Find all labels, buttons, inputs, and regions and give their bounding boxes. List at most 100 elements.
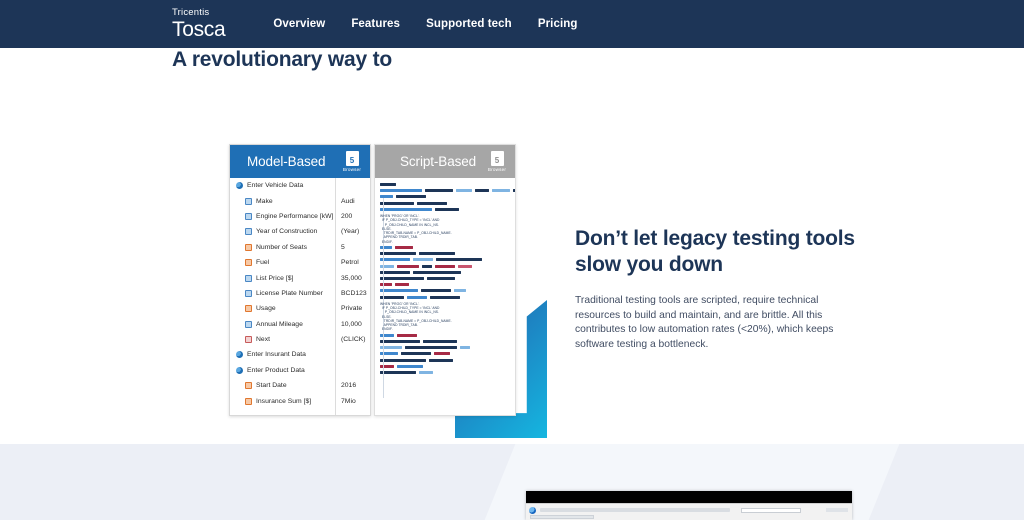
- input-icon: [245, 320, 252, 328]
- model-based-card-title: Model-Based: [247, 154, 326, 169]
- select-icon: [245, 305, 252, 313]
- code-token-bar: [380, 195, 393, 199]
- browser-title-bar: [526, 491, 852, 503]
- hero-heading: Don’t let legacy testing tools slow you …: [575, 227, 855, 276]
- code-line: [380, 283, 511, 287]
- group-icon: [236, 351, 243, 359]
- code-snippet-text: WHEN 'PROG' OR 'INCL'. IF P_OBJ-CHILD_TY…: [380, 213, 452, 244]
- script-code-block: WHEN 'PROG' OR 'INCL'. IF P_OBJ-CHILD_TY…: [375, 178, 515, 415]
- code-line: [380, 258, 511, 262]
- model-based-tree: Enter Vehicle Data Make Audi Engine Perform…: [230, 178, 370, 415]
- tree-row[interactable]: Enter Vehicle Data: [230, 178, 370, 193]
- code-line: [380, 189, 515, 193]
- tree-row-label: Enter Insurant Data: [247, 351, 306, 359]
- nav-link-supported-tech[interactable]: Supported tech: [426, 18, 512, 30]
- model-based-card: Model-Based 5 Browser Enter Vehicle Data…: [229, 144, 371, 416]
- code-line: [380, 364, 511, 368]
- code-token-bar: [397, 333, 417, 337]
- browser-badge-label-script: Browser: [487, 167, 507, 173]
- tree-row[interactable]: Next (CLICK): [230, 332, 370, 347]
- tree-row[interactable]: Engine Performance [kW] 200: [230, 209, 370, 224]
- tree-row-label: Enter Product Data: [247, 366, 305, 374]
- hero-section: Model-Based 5 Browser Enter Vehicle Data…: [0, 48, 1024, 444]
- brand-logo[interactable]: Tricentis Tosca: [172, 8, 226, 40]
- code-token-bar: [419, 370, 433, 374]
- tree-row-value: Private: [341, 305, 363, 313]
- tree-row[interactable]: Annual Mileage 10,000: [230, 317, 370, 332]
- code-token-bar: [405, 346, 457, 350]
- code-line: [380, 352, 511, 356]
- tree-row-label: Insurance Sum [$]: [256, 397, 312, 405]
- tree-row-value: 10,000: [341, 320, 362, 328]
- select-icon: [245, 243, 252, 251]
- tree-row[interactable]: Fuel Petrol: [230, 255, 370, 270]
- tree-row-label: Fuel: [256, 259, 270, 267]
- browser-tab[interactable]: [530, 514, 594, 519]
- code-token-bar: [435, 264, 455, 268]
- browser-search-box[interactable]: [741, 507, 801, 513]
- nav-link-overview[interactable]: Overview: [273, 18, 325, 30]
- tree-row[interactable]: List Price [$] 35,000: [230, 270, 370, 285]
- tree-row[interactable]: Number of Seats 5: [230, 240, 370, 255]
- tree-row-label: Make: [256, 197, 273, 205]
- code-token-bar: [380, 189, 422, 193]
- tree-row[interactable]: Start Date 2016: [230, 378, 370, 393]
- tree-row[interactable]: Enter Insurant Data: [230, 347, 370, 362]
- tree-row-label: Start Date: [256, 382, 287, 390]
- nav-link-features[interactable]: Features: [351, 18, 400, 30]
- tree-row-label: Next: [256, 336, 270, 344]
- html5-shield-glyph: 5: [345, 150, 359, 166]
- tree-row-label: Number of Seats: [256, 243, 307, 251]
- code-token-bar: [427, 276, 455, 281]
- tree-row-label: Enter Vehicle Data: [247, 182, 304, 190]
- input-icon: [245, 274, 252, 282]
- hero-paragraph: Traditional testing tools are scripted, …: [575, 295, 834, 350]
- tree-row-label: Annual Mileage: [256, 320, 303, 328]
- code-token-bar: [423, 339, 457, 344]
- browser-toolbar-right[interactable]: [826, 508, 848, 512]
- code-token-bar: [380, 283, 392, 287]
- lower-section-heading: A revolutionary way to: [172, 48, 393, 71]
- input-icon: [245, 197, 252, 205]
- tree-row[interactable]: License Plate Number BCD123: [230, 286, 370, 301]
- tree-row-label: Engine Performance [kW]: [256, 212, 334, 220]
- html5-browser-icon-script: 5 Browser: [484, 148, 510, 175]
- browser-screenshot-mock: [526, 491, 852, 520]
- tree-row-value: 2016: [341, 382, 357, 390]
- tree-row[interactable]: Usage Private: [230, 301, 370, 316]
- code-line: [380, 358, 511, 362]
- code-line: [380, 333, 511, 337]
- code-token-bar: [380, 183, 396, 187]
- tree-row-value: (CLICK): [341, 336, 366, 344]
- code-token-bar: [380, 358, 426, 362]
- code-line: [380, 264, 511, 268]
- code-line: [380, 295, 511, 299]
- code-line: [380, 246, 511, 250]
- group-icon: [236, 366, 243, 374]
- script-based-card: Script-Based 5 Browser WHEN 'PROG' OR 'I…: [374, 144, 516, 416]
- tree-row-value: 7Mio: [341, 397, 356, 405]
- browser-address-bar[interactable]: [540, 508, 730, 512]
- code-token-bar: [456, 189, 472, 193]
- code-token-bar: [401, 352, 431, 356]
- tree-row[interactable]: Year of Construction (Year): [230, 224, 370, 239]
- html5-browser-icon: 5 Browser: [339, 148, 365, 175]
- top-navigation-bar: Tricentis Tosca Overview Features Suppor…: [0, 0, 1024, 48]
- nav-link-pricing[interactable]: Pricing: [538, 18, 578, 30]
- code-token-bar: [396, 195, 426, 199]
- select-icon: [245, 382, 252, 390]
- code-token-bar: [380, 207, 432, 211]
- lower-section: [0, 444, 1024, 520]
- tree-row[interactable]: Enter Product Data: [230, 363, 370, 378]
- select-icon: [245, 397, 252, 405]
- tree-row[interactable]: Make Audi: [230, 193, 370, 208]
- html5-shield-glyph-script: 5: [490, 150, 504, 166]
- code-token-bar: [380, 339, 420, 344]
- group-icon: [236, 182, 243, 190]
- tree-row-value: Petrol: [341, 259, 359, 267]
- code-token-bar: [419, 252, 455, 256]
- code-token-bar: [413, 270, 461, 274]
- tree-row[interactable]: Insurance Sum [$] 7Mio: [230, 393, 370, 408]
- code-token-bar: [380, 201, 414, 205]
- code-token-bar: [380, 252, 416, 256]
